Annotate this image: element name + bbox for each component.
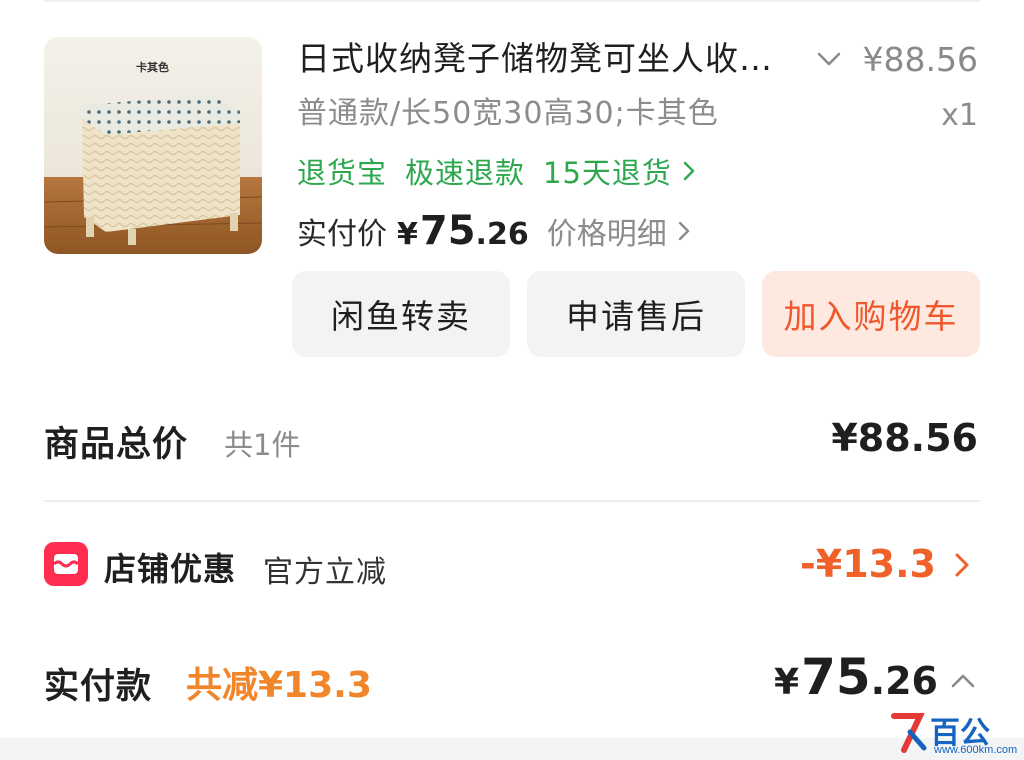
top-divider xyxy=(44,0,980,2)
total-price-row: 商品总价 共1件 ¥88.56 xyxy=(44,412,978,472)
service-tags[interactable]: 退货宝 极速退款 15天退货 xyxy=(297,149,700,193)
add-to-cart-button[interactable]: 加入购物车 xyxy=(762,271,980,357)
total-price-label: 商品总价 xyxy=(44,425,189,465)
resell-button[interactable]: 闲鱼转卖 xyxy=(292,271,510,357)
store-discount-label: 店铺优惠 xyxy=(104,550,237,588)
paid-price-row: 实付价 ¥ 75 .26 价格明细 xyxy=(297,208,695,260)
section-divider xyxy=(44,500,980,502)
watermark-glyph-icon xyxy=(891,713,927,753)
actual-payment-symbol: ¥ xyxy=(774,662,800,703)
service-tag-15-day-return[interactable]: 15天退货 xyxy=(543,150,700,192)
price-detail-link[interactable]: 价格明细 xyxy=(547,209,695,253)
product-thumbnail[interactable]: 卡其色 xyxy=(44,37,262,254)
chevron-right-icon xyxy=(683,161,695,181)
store-discount-value: -¥13.3 xyxy=(800,542,936,586)
store-discount-desc: 官方立减 xyxy=(263,555,387,590)
product-image: 卡其色 xyxy=(44,37,262,254)
watermark-logo: 百公里 www.600km.com xyxy=(890,708,1018,758)
quantity: x1 xyxy=(941,98,978,133)
store-discount-row[interactable]: 店铺优惠 官方立减 -¥13.3 xyxy=(44,538,978,594)
actual-payment-value: ¥ 75 .26 xyxy=(774,648,938,706)
sku-spec[interactable]: 普通款/长50宽30高30;卡其色 xyxy=(297,92,719,136)
chevron-down-icon[interactable] xyxy=(814,44,844,74)
paid-price-label: 实付价 xyxy=(297,217,387,252)
service-tag-fast-refund: 极速退款 xyxy=(405,156,526,190)
chevron-right-icon xyxy=(950,550,974,580)
watermark-url: www.600km.com xyxy=(934,744,1018,756)
paid-price-decimal: .26 xyxy=(475,217,529,252)
chevron-up-icon[interactable] xyxy=(948,666,978,694)
total-price-value: ¥88.56 xyxy=(831,416,978,460)
store-coupon-icon xyxy=(44,542,88,586)
actual-payment-row[interactable]: 实付款 共减¥13.3 ¥ 75 .26 xyxy=(44,648,978,712)
actual-payment-label: 实付款 xyxy=(44,667,153,707)
actual-payment-decimal: .26 xyxy=(870,659,938,703)
paid-price-symbol: ¥ xyxy=(397,217,418,252)
service-tag-return-insurance: 退货宝 xyxy=(297,156,388,190)
paid-price-integer: 75 xyxy=(419,208,476,254)
bottom-band xyxy=(0,738,1024,760)
price-detail-label: 价格明细 xyxy=(546,217,667,252)
total-saved: 共减¥13.3 xyxy=(186,665,372,706)
thumbnail-color-label: 卡其色 xyxy=(136,60,169,74)
unit-price: ¥88.56 xyxy=(862,40,978,79)
actual-payment-integer: 75 xyxy=(801,648,871,706)
aftersale-button[interactable]: 申请售后 xyxy=(527,271,745,357)
item-count: 共1件 xyxy=(224,428,301,462)
chevron-right-icon xyxy=(678,221,689,241)
service-tag-15-day-label: 15天退货 xyxy=(543,156,672,190)
product-title[interactable]: 日式收纳凳子储物凳可坐人收… xyxy=(297,36,787,82)
